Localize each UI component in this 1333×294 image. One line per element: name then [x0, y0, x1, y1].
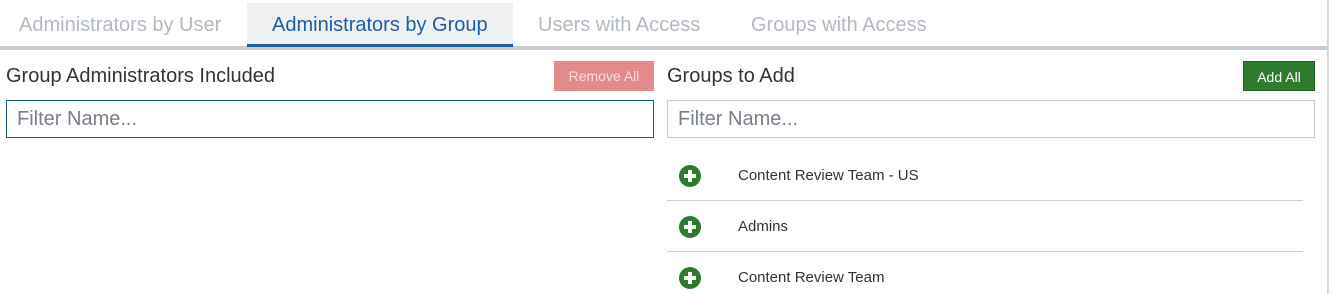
remove-all-button[interactable]: Remove All — [554, 61, 654, 91]
group-row: Content Review Team — [667, 252, 1303, 294]
tab-bar: Administrators by User Administrators by… — [0, 0, 1327, 50]
group-administrators-title: Group Administrators Included — [6, 65, 276, 87]
right-filter-input[interactable] — [667, 100, 1315, 138]
scrollbar-edge — [1327, 0, 1329, 294]
tab-users-with-access[interactable]: Users with Access — [513, 3, 725, 47]
groups-list: Content Review Team - US Admins Content … — [667, 150, 1303, 294]
plus-circle-icon[interactable] — [679, 267, 701, 289]
group-name: Content Review Team — [738, 269, 885, 286]
admin-access-view: Administrators by User Administrators by… — [0, 0, 1333, 294]
tab-administrators-by-user[interactable]: Administrators by User — [0, 3, 246, 47]
plus-circle-icon[interactable] — [679, 165, 701, 187]
group-row: Admins — [667, 201, 1303, 252]
tab-administrators-by-group[interactable]: Administrators by Group — [247, 3, 513, 47]
add-all-button[interactable]: Add All — [1243, 61, 1315, 91]
tab-groups-with-access[interactable]: Groups with Access — [726, 3, 952, 47]
group-name: Content Review Team - US — [738, 167, 919, 184]
group-name: Admins — [738, 218, 789, 235]
groups-to-add-title: Groups to Add — [667, 65, 795, 87]
plus-circle-icon[interactable] — [679, 216, 701, 238]
group-row: Content Review Team - US — [667, 150, 1303, 201]
left-filter-input[interactable] — [6, 100, 654, 138]
